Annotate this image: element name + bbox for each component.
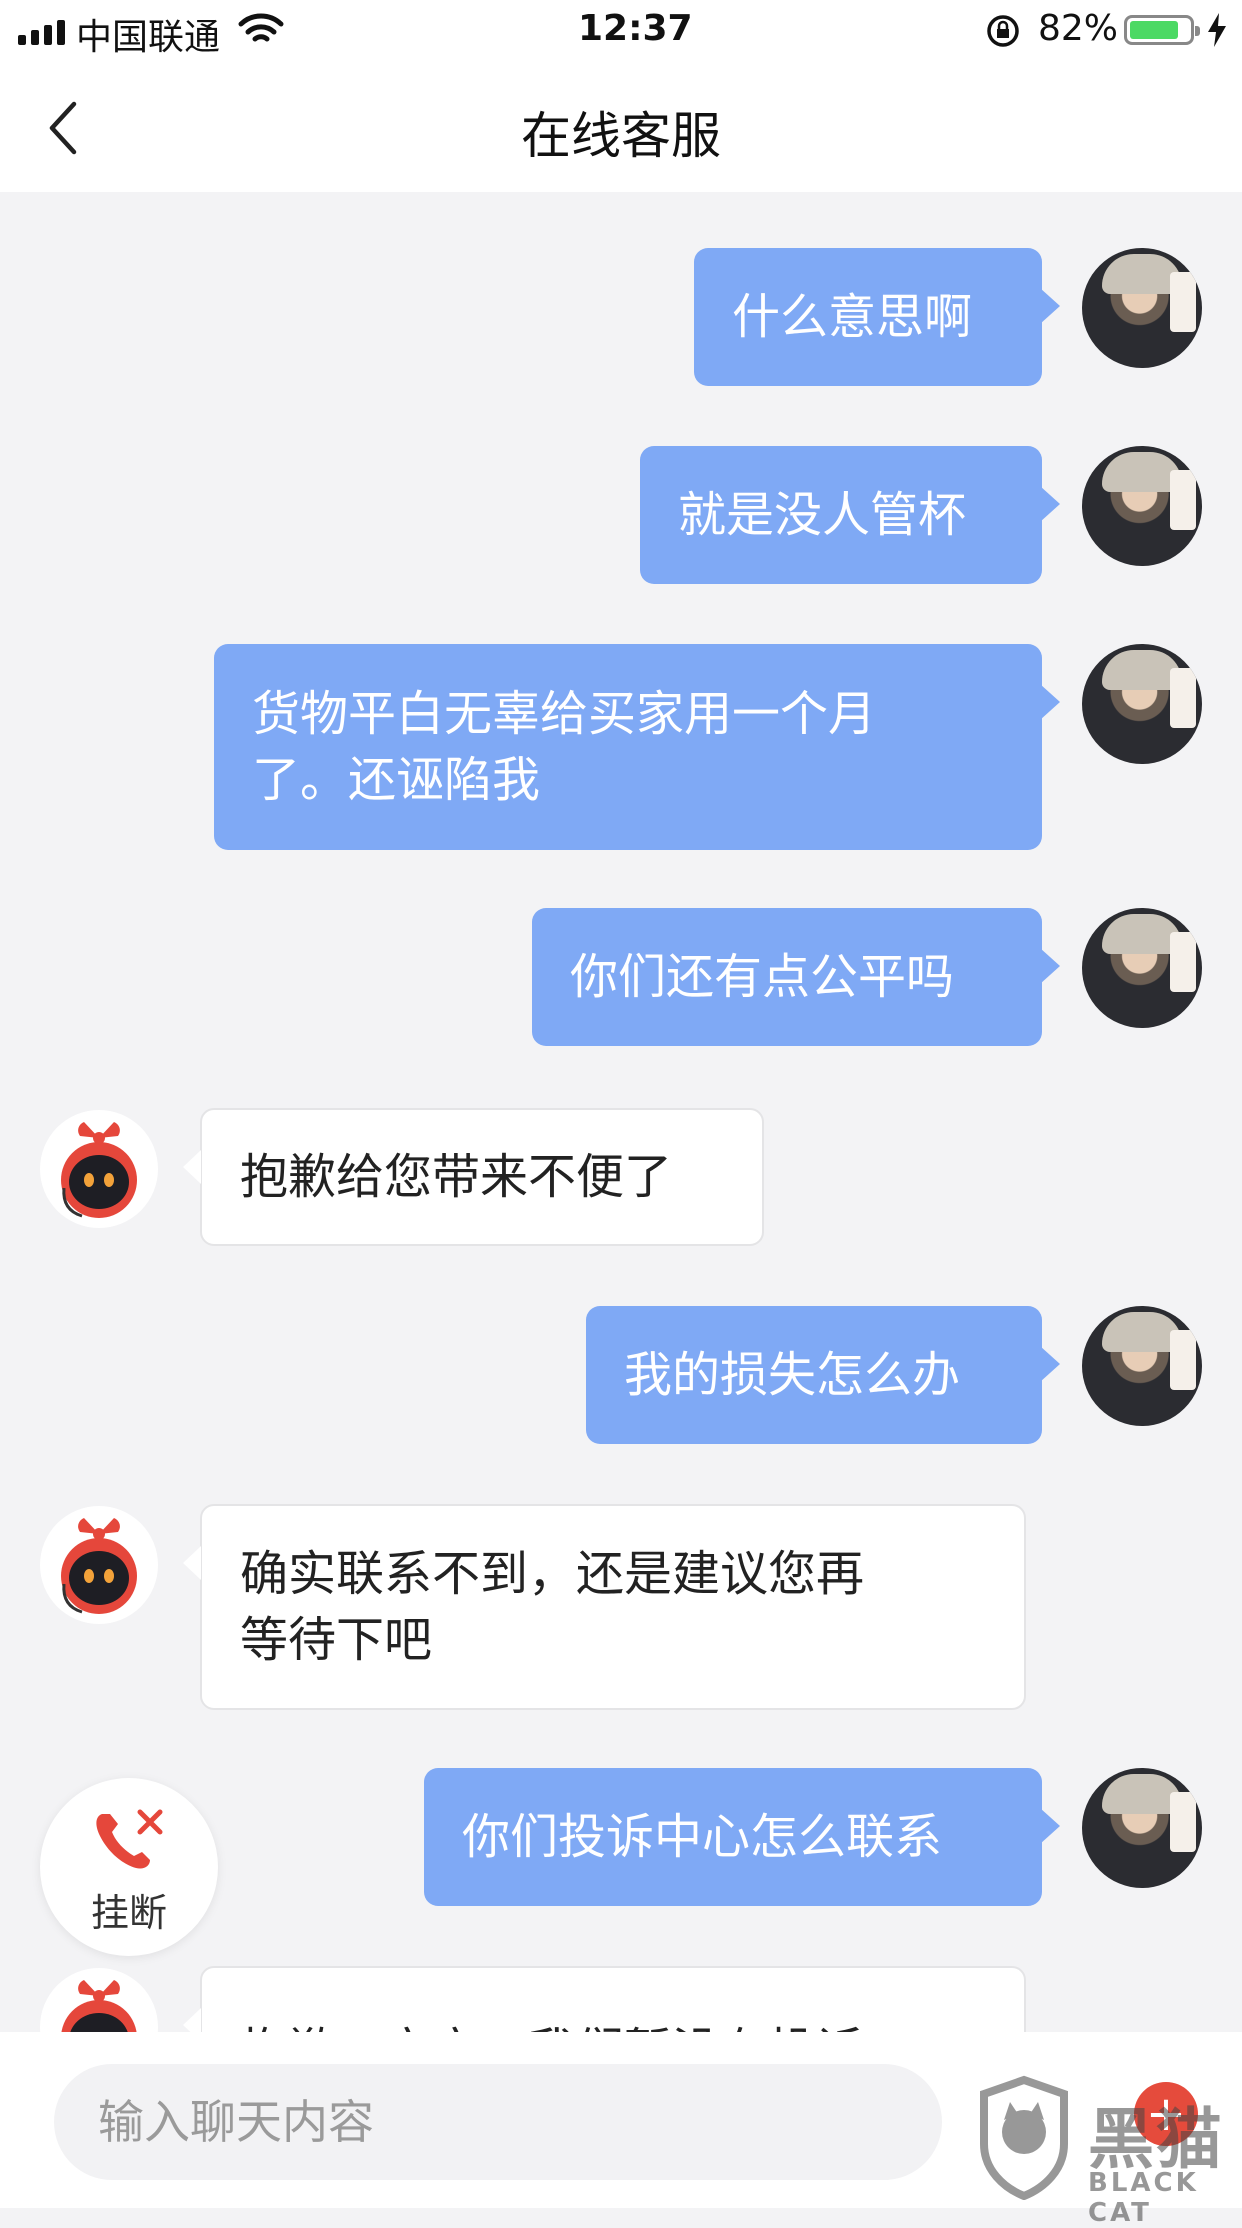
charging-bolt-icon [1208,13,1226,47]
status-bar: 中国联通 12:37 82% [0,0,1242,62]
user-avatar[interactable] [1082,908,1202,1028]
hangup-label: 挂断 [90,1891,167,1935]
user-message-bubble[interactable]: 你们还有点公平吗 [532,908,1060,1046]
phone-hangup-icon [96,1809,163,1869]
chat-input[interactable] [54,2064,942,2180]
carrier-name: 中国联通 [76,17,221,58]
bot-avatar [40,1110,158,1228]
user-avatar[interactable] [1082,446,1202,566]
watermark-subtext: BLACK CAT [1088,2168,1199,2228]
user-avatar[interactable] [1082,1768,1202,1888]
page-title: 在线客服 [521,107,721,165]
watermark-logo: 黑猫 BLACK CAT [970,2070,1242,2228]
user-avatar[interactable] [1082,644,1202,764]
bot-message-bubble[interactable]: 抱歉给您带来不便了 [183,1108,764,1246]
bot-message-bubble[interactable]: 确实联系不到，还是建议您再 等待下吧 [183,1504,1026,1710]
clock: 12:37 [578,8,693,49]
user-avatar[interactable] [1082,248,1202,368]
wifi-icon [238,13,284,42]
bot-avatar [40,1506,158,1624]
cat-logo-icon [980,2075,1068,2200]
battery-percent: 82% [1038,8,1119,49]
robot-icon [61,1518,137,1614]
user-avatar[interactable] [1082,1306,1202,1426]
user-message-bubble[interactable]: 你们投诉中心怎么联系 [424,1768,1060,1906]
battery-icon [1124,15,1200,45]
hangup-button[interactable]: 挂断 [40,1778,218,1956]
robot-icon [61,1122,137,1218]
user-message-bubble[interactable]: 货物平白无辜给买家用一个月 了。还诬陷我 [214,644,1060,850]
signal-icon [18,20,65,45]
orientation-lock-icon [987,15,1019,47]
user-message-bubble[interactable]: 我的损失怎么办 [586,1306,1060,1444]
navigation-bar: 在线客服 [0,62,1242,192]
user-message-bubble[interactable]: 就是没人管杯 [640,446,1060,584]
user-message-bubble[interactable]: 什么意思啊 [694,248,1060,386]
